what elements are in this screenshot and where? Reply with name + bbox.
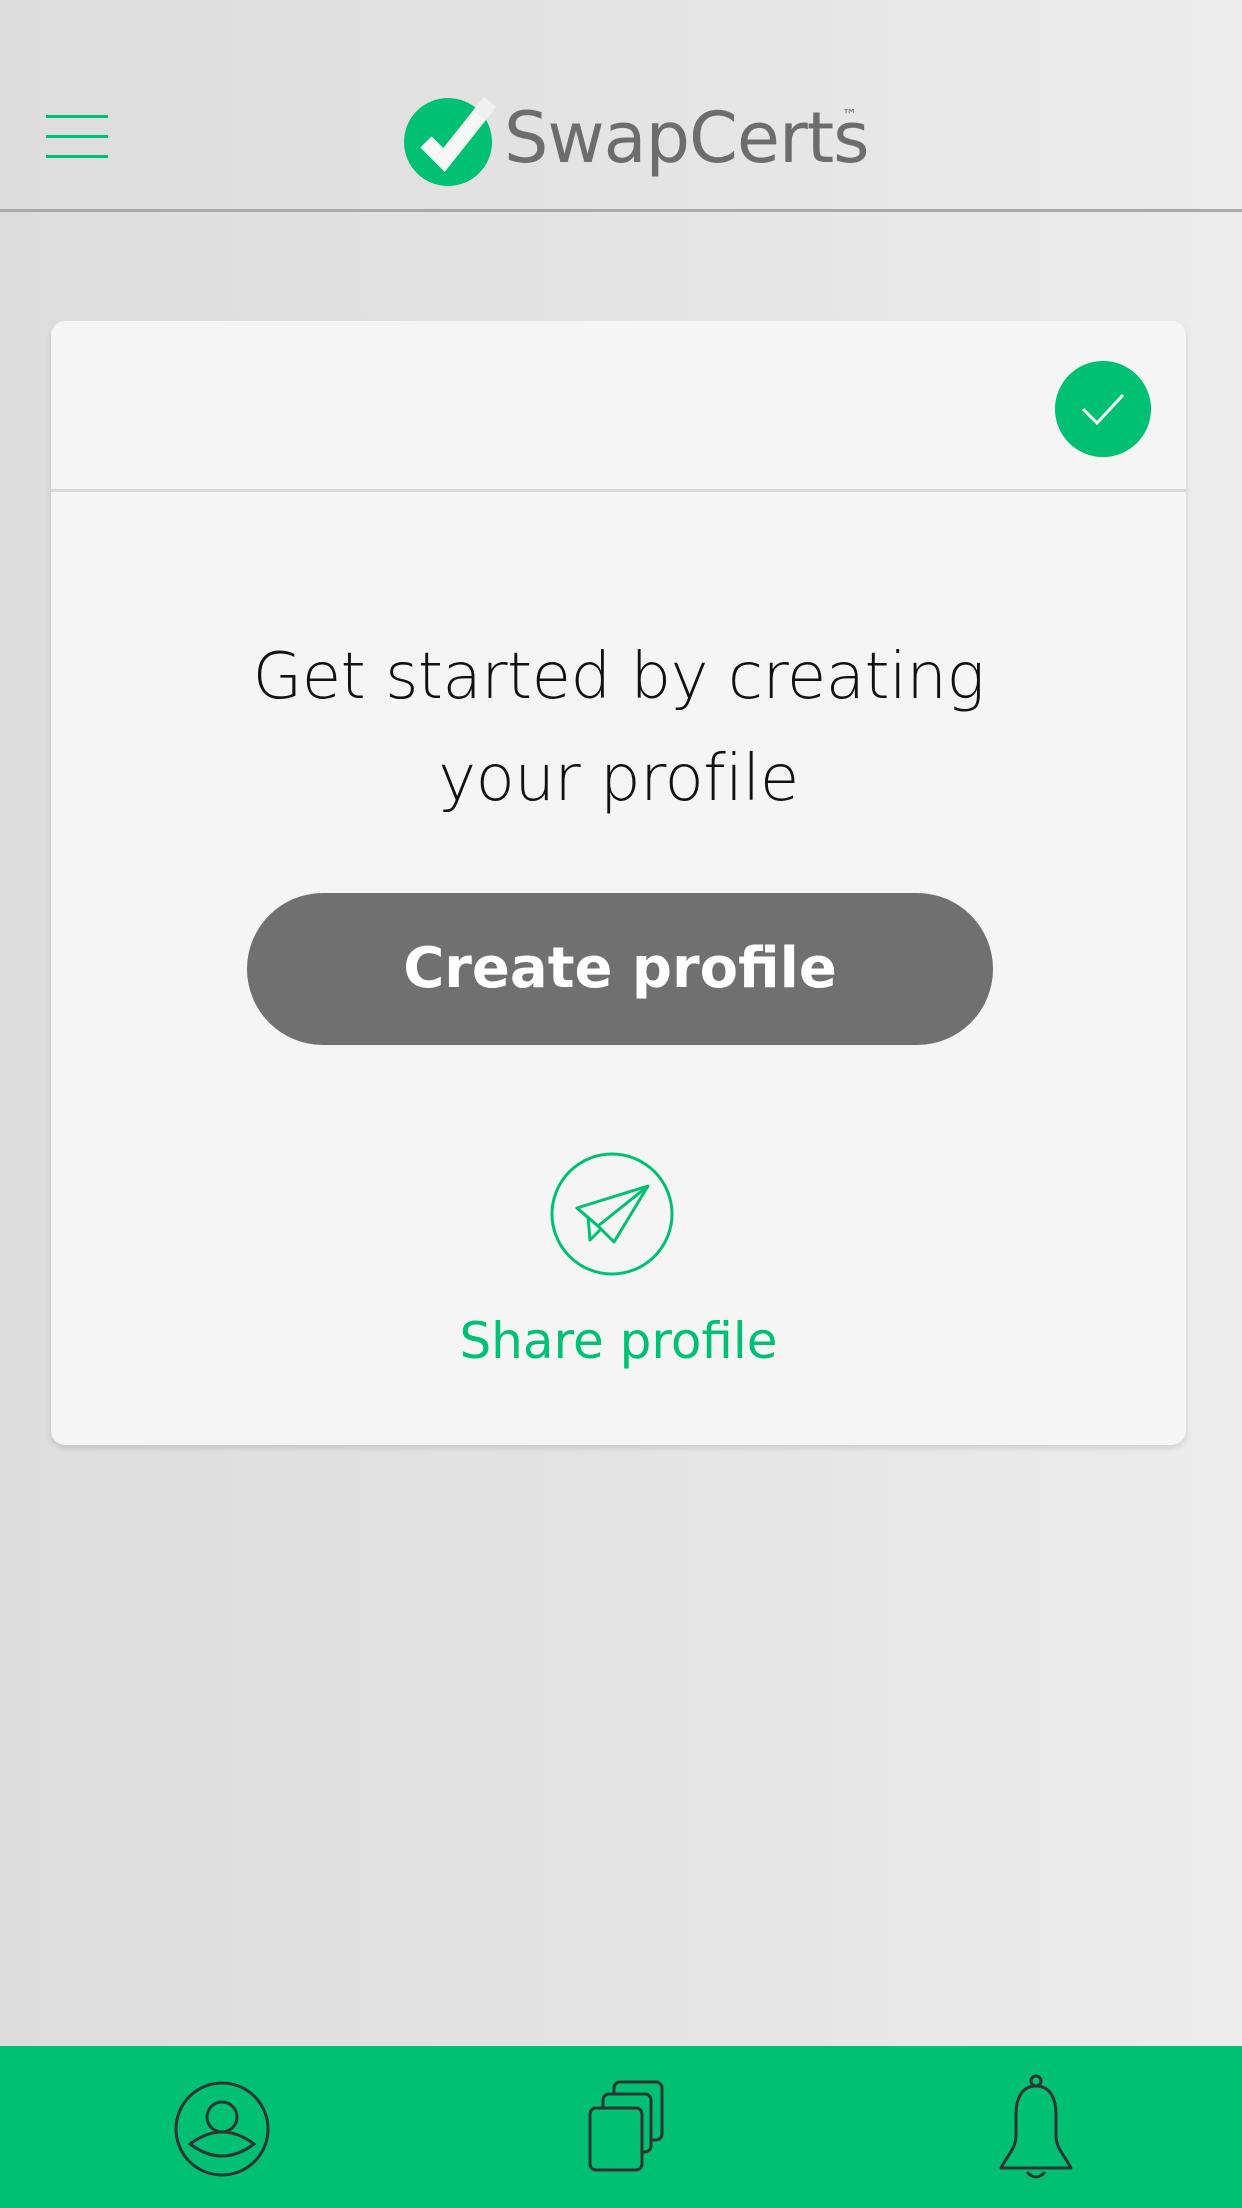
trademark-symbol: ™ (842, 106, 857, 124)
paper-plane-icon[interactable] (550, 1152, 674, 1276)
get-started-headline: Get started by creating your profile (51, 626, 1186, 830)
share-profile-link[interactable]: Share profile (51, 1306, 1186, 1376)
hamburger-menu-icon[interactable] (40, 105, 114, 165)
create-profile-button[interactable]: Create profile (247, 893, 993, 1045)
swapcerts-logo: SwapCerts ™ (402, 88, 872, 188)
headline-line-2: your profile (438, 742, 799, 816)
certificates-stack-icon[interactable] (568, 2064, 698, 2194)
logo-check-icon (404, 97, 497, 186)
get-started-card: Get started by creating your profile Cre… (51, 321, 1186, 1445)
logo-text: SwapCerts (504, 97, 870, 179)
bell-icon[interactable] (971, 2064, 1101, 2194)
check-icon[interactable] (1055, 361, 1151, 457)
card-header (51, 321, 1186, 492)
profile-icon[interactable] (157, 2064, 287, 2194)
headline-line-1: Get started by creating (252, 640, 985, 714)
bottom-navigation (0, 2046, 1242, 2208)
app-header: SwapCerts ™ (0, 0, 1242, 212)
